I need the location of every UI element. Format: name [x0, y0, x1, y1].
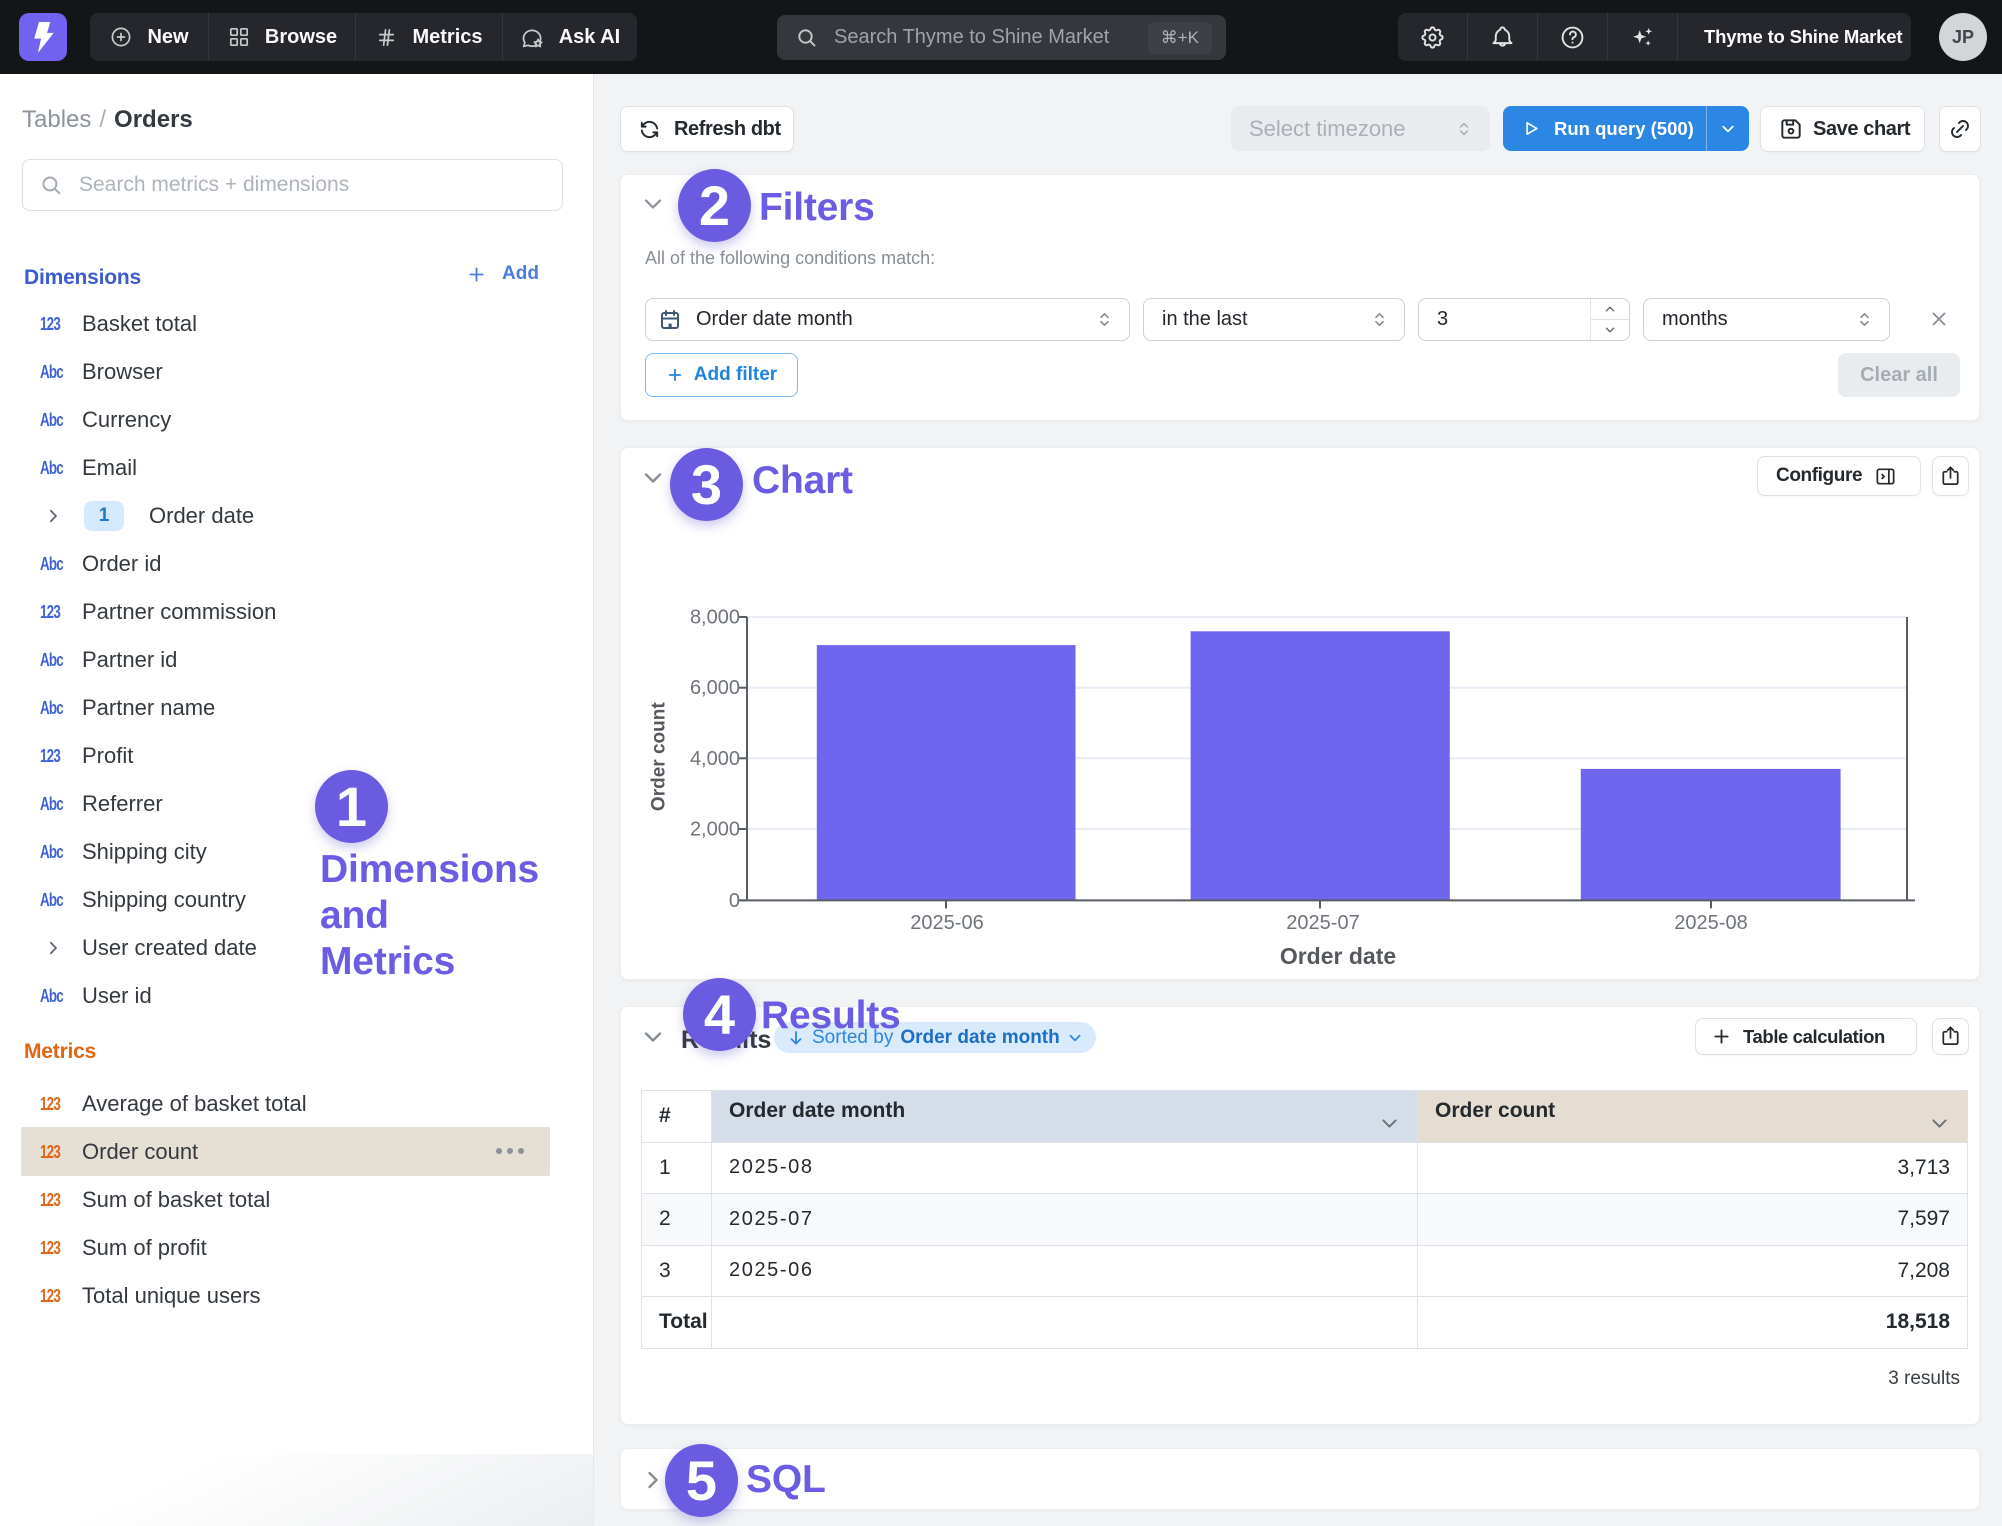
svg-text:Order count: Order count: [649, 702, 670, 811]
svg-text:4,000: 4,000: [690, 748, 740, 770]
svg-text:2025-06: 2025-06: [910, 912, 983, 934]
svg-text:8,000: 8,000: [690, 607, 740, 629]
svg-text:2,000: 2,000: [690, 819, 740, 841]
svg-text:6,000: 6,000: [690, 677, 740, 699]
svg-text:2025-07: 2025-07: [1286, 912, 1359, 934]
svg-text:Order date: Order date: [1280, 943, 1396, 969]
svg-text:2025-08: 2025-08: [1674, 912, 1747, 934]
svg-text:0: 0: [729, 890, 740, 912]
